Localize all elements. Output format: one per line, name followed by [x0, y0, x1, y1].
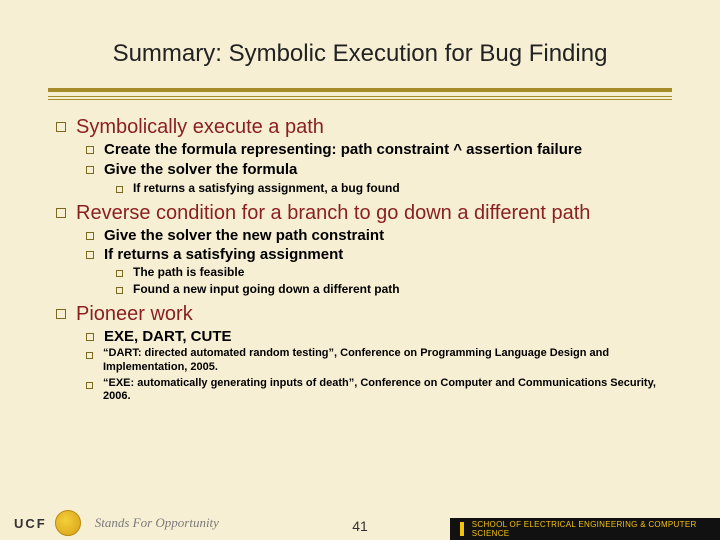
square-bullet-icon: [86, 352, 93, 359]
bullet-text: Create the formula representing: path co…: [104, 141, 582, 159]
square-bullet-icon: [56, 208, 66, 218]
bullet-lvl2: “EXE: automatically generating inputs of…: [86, 377, 680, 405]
bullet-lvl1: Symbolically execute a path: [56, 116, 680, 139]
bullet-lvl1: Pioneer work: [56, 303, 680, 326]
square-bullet-icon: [86, 251, 94, 259]
slide-title: Summary: Symbolic Execution for Bug Find…: [0, 40, 720, 68]
square-bullet-icon: [56, 309, 66, 319]
bullet-lvl3: The path is feasible: [116, 265, 680, 280]
square-bullet-icon: [86, 232, 94, 240]
bullet-text: EXE, DART, CUTE: [104, 328, 232, 345]
bullet-lvl2: Give the solver the new path constraint: [86, 227, 680, 244]
square-bullet-icon: [116, 287, 123, 294]
bullet-lvl3: If returns a satisfying assignment, a bu…: [116, 181, 680, 196]
square-bullet-icon: [116, 186, 123, 193]
bullet-text: “EXE: automatically generating inputs of…: [103, 377, 680, 405]
square-bullet-icon: [56, 122, 66, 132]
square-bullet-icon: [86, 166, 94, 174]
bullet-text: If returns a satisfying assignment, a bu…: [133, 181, 400, 196]
ucf-tagline: Stands For Opportunity: [95, 515, 219, 531]
bullet-lvl2: If returns a satisfying assignment: [86, 246, 680, 263]
square-bullet-icon: [86, 333, 94, 341]
square-bullet-icon: [86, 146, 94, 154]
bullet-text: Give the solver the new path constraint: [104, 227, 384, 244]
bullet-text: If returns a satisfying assignment: [104, 246, 343, 263]
accent-bar-icon: [460, 522, 464, 536]
bullet-lvl1: Reverse condition for a branch to go dow…: [56, 202, 680, 225]
ucf-wordmark: UCF: [14, 516, 47, 531]
eecs-banner: SCHOOL OF ELECTRICAL ENGINEERING & COMPU…: [450, 518, 720, 540]
bullet-text: “DART: directed automated random testing…: [103, 347, 680, 375]
square-bullet-icon: [116, 270, 123, 277]
content-area: Symbolically execute a path Create the f…: [56, 110, 680, 404]
bullet-lvl2: EXE, DART, CUTE: [86, 328, 680, 345]
ucf-logo-block: UCF Stands For Opportunity: [0, 510, 219, 536]
bullet-text: Give the solver the formula: [104, 161, 297, 179]
pegasus-seal-icon: [55, 510, 81, 536]
bullet-text: Reverse condition for a branch to go dow…: [76, 202, 590, 225]
bullet-lvl2: Create the formula representing: path co…: [86, 141, 680, 159]
title-rule: [48, 88, 672, 100]
square-bullet-icon: [86, 382, 93, 389]
bullet-text: The path is feasible: [133, 265, 244, 280]
bullet-text: Found a new input going down a different…: [133, 282, 400, 297]
bullet-text: Pioneer work: [76, 303, 193, 326]
eecs-label: SCHOOL OF ELECTRICAL ENGINEERING & COMPU…: [472, 520, 720, 538]
bullet-text: Symbolically execute a path: [76, 116, 324, 139]
bullet-lvl3: Found a new input going down a different…: [116, 282, 680, 297]
bullet-lvl2: Give the solver the formula: [86, 161, 680, 179]
bullet-lvl2: “DART: directed automated random testing…: [86, 347, 680, 375]
